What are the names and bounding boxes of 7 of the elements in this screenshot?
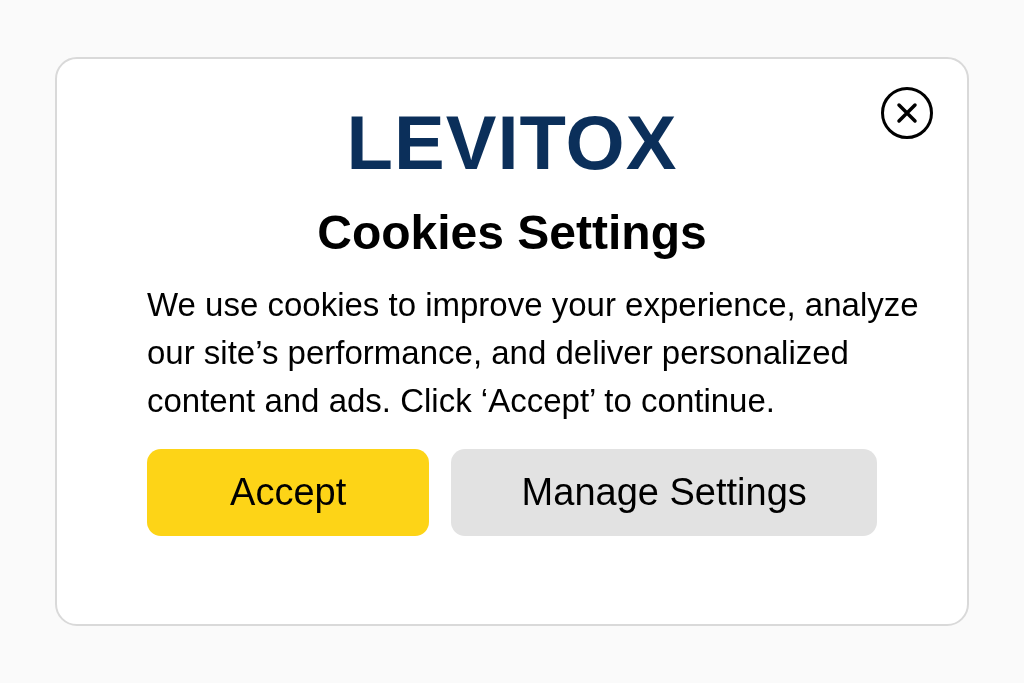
close-button[interactable] bbox=[881, 87, 933, 139]
manage-settings-button[interactable]: Manage Settings bbox=[451, 449, 877, 536]
accept-button[interactable]: Accept bbox=[147, 449, 430, 536]
close-icon bbox=[896, 102, 918, 124]
dialog-title: Cookies Settings bbox=[317, 209, 707, 257]
logo: LEVITOX bbox=[346, 105, 678, 181]
cookie-message: We use cookies to improve your experience, analyze our site’s performance, and deliver personalized content and ads. Click ‘Accept’ to continue. bbox=[147, 285, 920, 421]
